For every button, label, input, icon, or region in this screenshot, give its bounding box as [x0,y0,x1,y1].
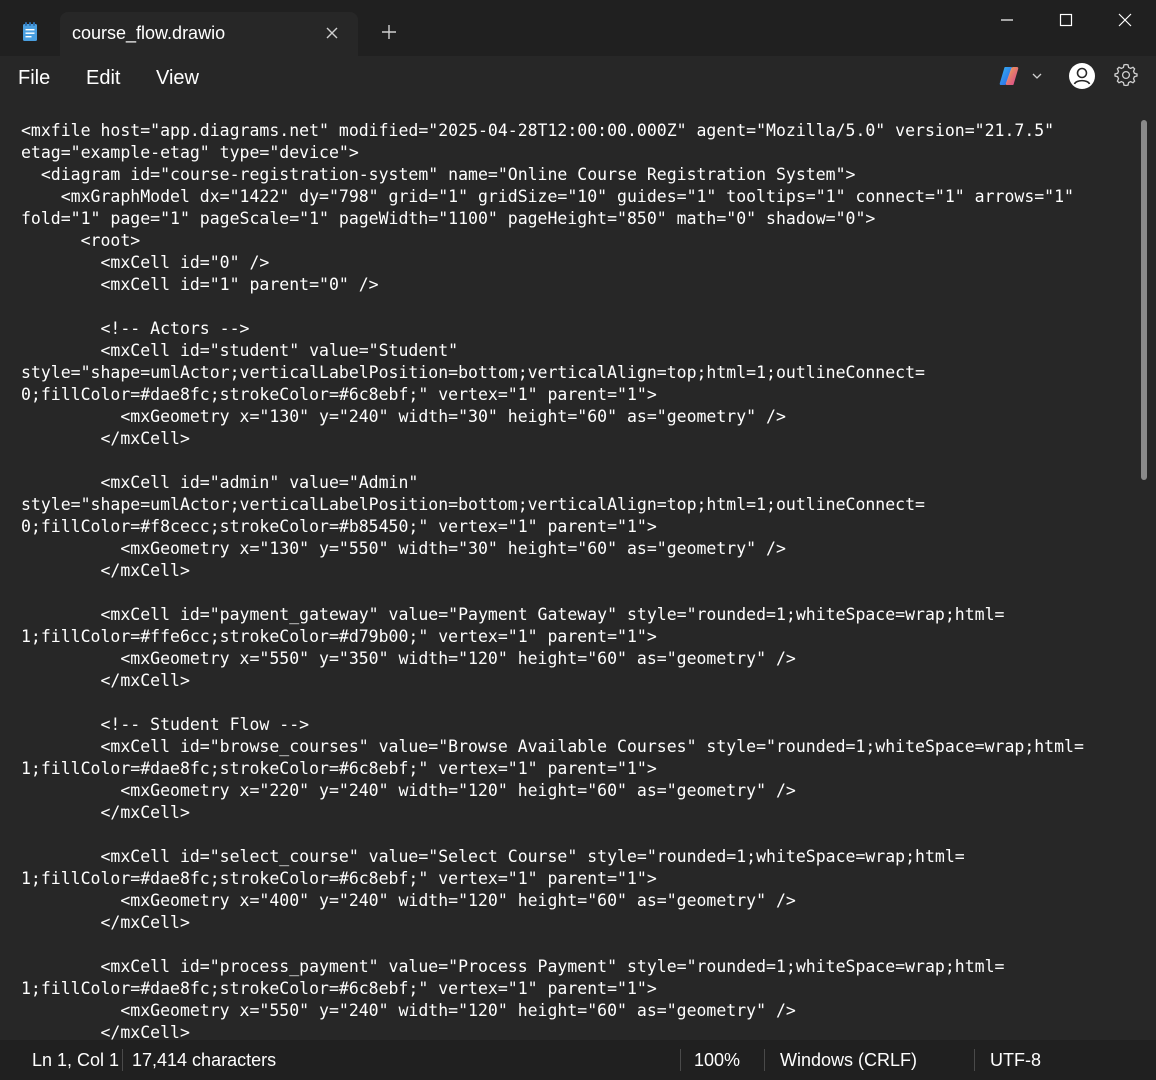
tab-title: course_flow.drawio [72,23,226,43]
editor-line: fold="1" page="1" pageScale="1" pageWidt… [21,209,876,228]
notepad-window: course_flow.drawio File Edit View <mxfil… [0,0,1156,1080]
editor-line: <mxCell id="process_payment" value="Proc… [21,957,1005,976]
editor-line: <mxGeometry x="550" y="350" width="120" … [21,649,796,668]
close-icon [1118,13,1132,27]
editor-line: <mxGraphModel dx="1422" dy="798" grid="1… [21,187,1074,206]
editor-content[interactable]: <mxfile host="app.diagrams.net" modified… [21,120,1084,1040]
editor-line: <mxCell id="admin" value="Admin" [21,473,419,492]
editor-line: style="shape=umlActor;verticalLabelPosit… [21,363,925,382]
editor-line: 1;fillColor=#dae8fc;strokeColor=#6c8ebf;… [21,869,657,888]
editor-line: etag="example-etag" type="device"> [21,143,359,162]
editor-line: 1;fillColor=#ffe6cc;strokeColor=#d79b00;… [21,627,657,646]
chevron-down-icon [1032,73,1042,79]
status-bar: Ln 1, Col 1 17,414 characters 100% Windo… [0,1040,1156,1080]
editor-line: </mxCell> [21,913,190,932]
maximize-button[interactable] [1037,0,1095,40]
editor-line: <mxCell id="student" value="Student" [21,341,459,360]
menu-bar: File Edit View [0,56,1156,100]
editor-line: </mxCell> [21,671,190,690]
character-count: 17,414 characters [132,1050,277,1070]
editor-line: <!-- Student Flow --> [21,715,310,734]
menu-edit[interactable]: Edit [86,65,120,92]
profile-icon[interactable] [1068,62,1096,90]
editor-line: <mxCell id="payment_gateway" value="Paym… [21,605,1005,624]
editor-line: 1;fillColor=#dae8fc;strokeColor=#6c8ebf;… [21,759,657,778]
editor-line: 0;fillColor=#f8cecc;strokeColor=#b85450;… [21,517,657,536]
editor-line: <root> [21,231,141,250]
menu-view[interactable]: View [156,65,199,92]
minimize-icon [1001,19,1013,21]
editor-line: 1;fillColor=#dae8fc;strokeColor=#6c8ebf;… [21,979,657,998]
title-bar: course_flow.drawio [0,0,1156,56]
tab-course-flow[interactable]: course_flow.drawio [60,12,358,56]
editor-line: 0;fillColor=#dae8fc;strokeColor=#6c8ebf;… [21,385,657,404]
line-ending[interactable]: Windows (CRLF) [780,1050,917,1071]
editor-line: <mxGeometry x="130" y="240" width="30" h… [21,407,786,426]
editor-line: <diagram id="course-registration-system"… [21,165,856,184]
zoom-level[interactable]: 100% [694,1050,740,1071]
editor-line: <mxGeometry x="220" y="240" width="120" … [21,781,796,800]
editor-line: <mxCell id="1" parent="0" /> [21,275,379,294]
plus-icon[interactable] [379,22,399,42]
cursor-position[interactable]: Ln 1, Col 1 [32,1050,119,1071]
close-window-button[interactable] [1096,0,1154,40]
notepad-icon [23,22,37,41]
vertical-scrollbar[interactable] [1141,120,1147,480]
editor-line: <mxCell id="browse_courses" value="Brows… [21,737,1084,756]
editor-line: style="shape=umlActor;verticalLabelPosit… [21,495,925,514]
status-divider [680,1049,681,1071]
editor-line: </mxCell> [21,803,190,822]
maximize-icon [1059,13,1073,27]
status-divider [764,1049,765,1071]
editor-line: <mxGeometry x="400" y="240" width="120" … [21,891,796,910]
copilot-icon [999,67,1019,85]
editor-line: </mxCell> [21,561,190,580]
status-divider [974,1049,975,1071]
editor-line: <mxfile host="app.diagrams.net" modified… [21,121,1055,140]
close-icon[interactable] [322,23,342,43]
editor-line: <mxGeometry x="550" y="240" width="120" … [21,1001,796,1020]
editor-line: <mxCell id="0" /> [21,253,270,272]
encoding[interactable]: UTF-8 [990,1050,1041,1071]
text-editor[interactable]: <mxfile host="app.diagrams.net" modified… [0,100,1156,1040]
status-divider [122,1049,123,1071]
editor-line: </mxCell> [21,429,190,448]
editor-line: <!-- Actors --> [21,319,250,338]
editor-line: <mxCell id="select_course" value="Select… [21,847,965,866]
editor-line: <mxGeometry x="130" y="550" width="30" h… [21,539,786,558]
copilot-button[interactable] [997,63,1047,89]
editor-line: </mxCell> [21,1023,190,1040]
menu-file[interactable]: File [18,65,50,92]
gear-icon[interactable] [1114,63,1138,87]
minimize-button[interactable] [978,0,1036,40]
